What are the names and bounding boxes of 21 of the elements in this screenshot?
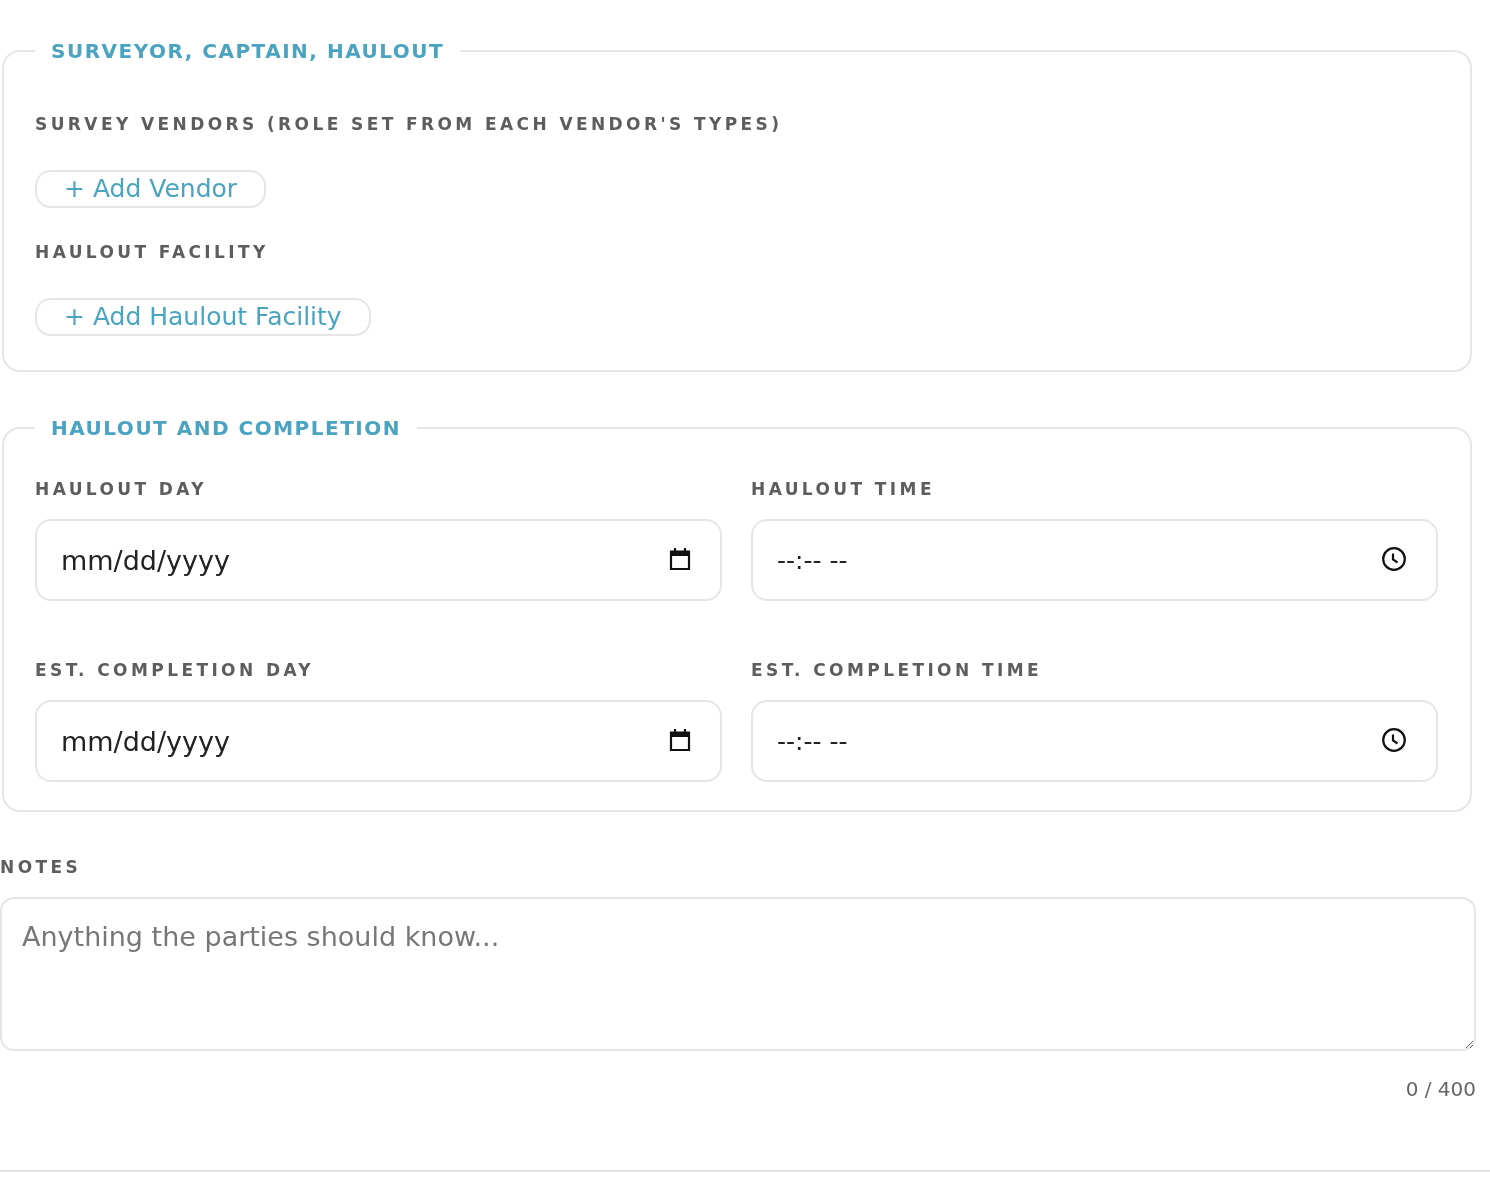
field-label: EST. COMPLETION TIME: [751, 659, 1043, 681]
notes-label: NOTES: [0, 856, 83, 878]
add-button[interactable]: + Add Vendor: [35, 170, 267, 208]
field-label: EST. COMPLETION DAY: [35, 659, 316, 681]
field-label: HAULOUT DAY: [35, 478, 208, 500]
clock-icon[interactable]: [1382, 547, 1406, 571]
section-title: HAULOUT AND COMPLETION: [50, 415, 402, 442]
notes-field[interactable]: Anything the parties should know...: [0, 897, 1476, 1051]
calendar-icon[interactable]: [668, 547, 692, 571]
clock-icon[interactable]: [1382, 728, 1406, 752]
field-label: HAULOUT TIME: [751, 478, 936, 500]
time-field[interactable]: --:-- --: [751, 519, 1438, 601]
time-field[interactable]: --:-- --: [751, 700, 1438, 782]
date-field[interactable]: mm/dd/yyyy: [35, 700, 722, 782]
calendar-icon[interactable]: [668, 728, 692, 752]
character-counter: 0 / 400: [1405, 1077, 1476, 1101]
field-label: SURVEY VENDORS (ROLE SET FROM EACH VENDOR'S TYPES): [35, 113, 783, 135]
add-button[interactable]: + Add Haulout Facility: [35, 298, 371, 336]
date-field[interactable]: mm/dd/yyyy: [35, 519, 722, 601]
section-title: SURVEYOR, CAPTAIN, HAULOUT: [50, 38, 446, 65]
field-label: HAULOUT FACILITY: [35, 241, 269, 263]
